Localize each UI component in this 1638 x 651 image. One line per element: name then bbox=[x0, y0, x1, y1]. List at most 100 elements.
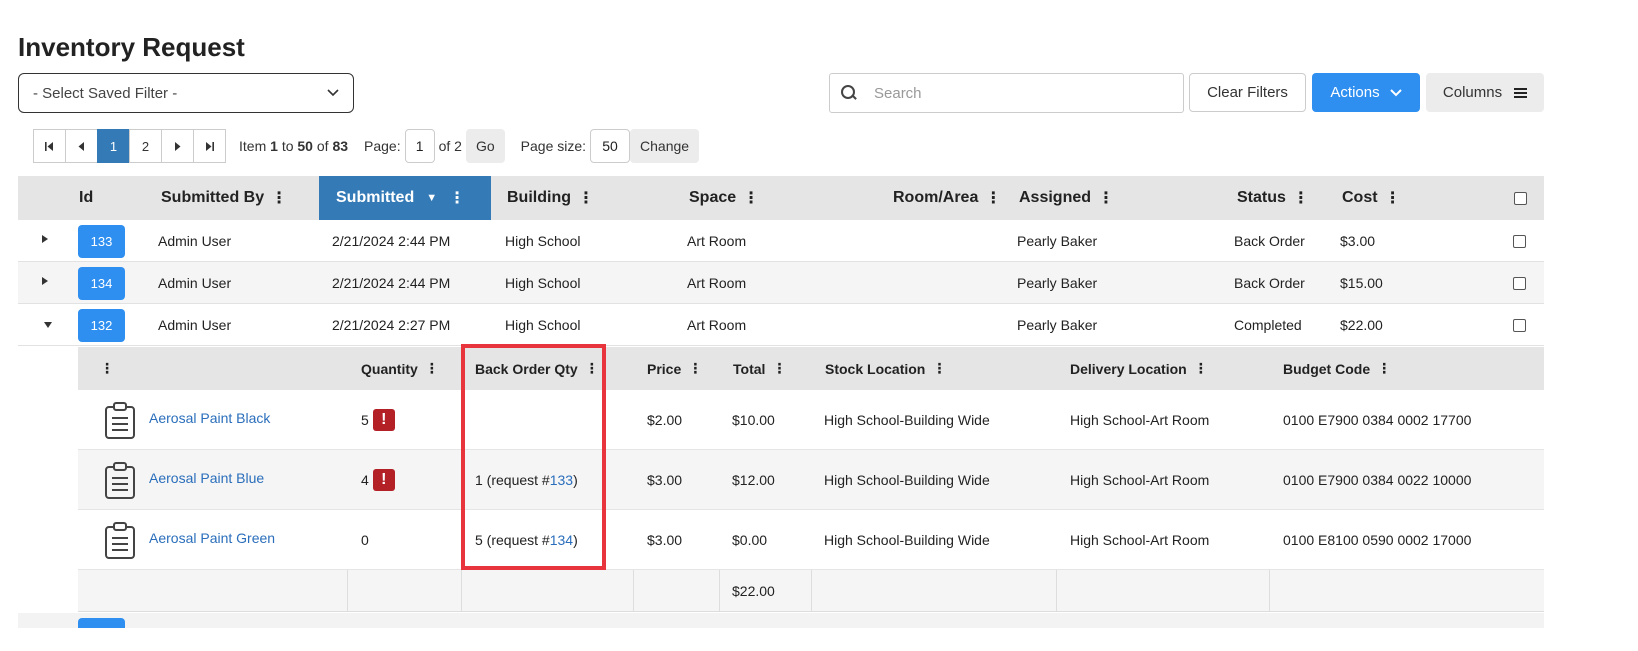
col-submitted[interactable]: Submitted ▼ ⋮ bbox=[319, 176, 491, 220]
page-of-text: of 2 bbox=[438, 138, 462, 154]
stock-location-cell: High School-Building Wide bbox=[824, 471, 990, 488]
item-total: 83 bbox=[332, 138, 349, 154]
next-page-icon bbox=[175, 141, 181, 151]
item-link[interactable]: Aerosal Paint Black bbox=[149, 388, 270, 447]
submitted-cell: 2/21/2024 2:44 PM bbox=[332, 232, 451, 249]
columns-button[interactable]: Columns bbox=[1426, 73, 1544, 112]
page-size-label: Page size: bbox=[520, 138, 587, 154]
item-link[interactable]: Aerosal Paint Blue bbox=[149, 448, 264, 507]
total-cell: $0.00 bbox=[732, 531, 768, 548]
table-row[interactable]: 132 Admin User 2/21/2024 2:27 PM High Sc… bbox=[18, 304, 1544, 346]
actions-button[interactable]: Actions bbox=[1312, 73, 1420, 112]
cost-cell: $15.00 bbox=[1340, 274, 1383, 291]
go-button[interactable]: Go bbox=[465, 129, 505, 163]
kebab-icon[interactable]: ⋮ bbox=[1098, 188, 1114, 208]
col-assigned-label: Assigned bbox=[1019, 189, 1092, 206]
page-size-input[interactable]: 50 bbox=[590, 129, 631, 163]
kebab-icon[interactable]: ⋮ bbox=[1377, 360, 1391, 377]
kebab-icon[interactable]: ⋮ bbox=[985, 188, 1001, 208]
clipboard-icon bbox=[105, 522, 135, 559]
delivery-location-cell: High School-Art Room bbox=[1070, 471, 1210, 488]
kebab-icon[interactable]: ⋮ bbox=[688, 360, 702, 377]
detail-menu[interactable]: ⋮ bbox=[100, 347, 114, 390]
col-id[interactable]: Id bbox=[79, 176, 93, 220]
col-space[interactable]: Space ⋮ bbox=[689, 176, 759, 220]
search-input[interactable] bbox=[874, 84, 1154, 102]
assigned-cell: Pearly Baker bbox=[1017, 232, 1098, 249]
quantity-cell: 4! bbox=[361, 450, 395, 509]
quantity-value: 5 bbox=[361, 411, 369, 428]
row-checkbox[interactable] bbox=[1513, 319, 1526, 332]
kebab-icon[interactable]: ⋮ bbox=[271, 188, 287, 208]
building-cell: High School bbox=[505, 232, 581, 249]
page-number-input[interactable]: 1 bbox=[404, 129, 435, 163]
kebab-icon[interactable]: ⋮ bbox=[449, 188, 465, 208]
prev-page-button[interactable] bbox=[65, 129, 98, 163]
next-row-strip bbox=[18, 613, 1544, 628]
kebab-icon[interactable]: ⋮ bbox=[578, 188, 594, 208]
id-badge[interactable]: 134 bbox=[78, 267, 125, 300]
id-badge[interactable]: 133 bbox=[78, 225, 125, 258]
page-1-button[interactable]: 1 bbox=[97, 129, 130, 163]
expand-arrow-icon[interactable] bbox=[42, 277, 48, 285]
kebab-icon[interactable]: ⋮ bbox=[1385, 188, 1401, 208]
col-submitted-by[interactable]: Submitted By ⋮ bbox=[161, 176, 287, 220]
delivery-location-cell: High School-Art Room bbox=[1070, 411, 1210, 428]
first-page-icon bbox=[45, 141, 53, 151]
item-of-word: of bbox=[316, 138, 329, 154]
next-page-button[interactable] bbox=[161, 129, 194, 163]
col-room-area[interactable]: Room/Area ⋮ bbox=[893, 176, 1001, 220]
clipboard-icon bbox=[105, 402, 135, 439]
col-delivery-location[interactable]: Delivery Location ⋮ bbox=[1070, 347, 1208, 390]
status-cell: Back Order bbox=[1234, 274, 1305, 291]
kebab-icon[interactable]: ⋮ bbox=[932, 360, 946, 377]
kebab-icon[interactable]: ⋮ bbox=[100, 360, 114, 377]
item-prefix: Item bbox=[239, 138, 267, 154]
kebab-icon[interactable]: ⋮ bbox=[772, 360, 786, 377]
clipboard-icon bbox=[105, 462, 135, 499]
table-row[interactable]: 133 Admin User 2/21/2024 2:44 PM High Sc… bbox=[18, 220, 1544, 262]
quantity-cell: 0 bbox=[361, 510, 369, 569]
select-all-checkbox[interactable] bbox=[1514, 176, 1527, 220]
kebab-icon[interactable]: ⋮ bbox=[743, 188, 759, 208]
col-building[interactable]: Building ⋮ bbox=[507, 176, 594, 220]
kebab-icon[interactable]: ⋮ bbox=[1194, 360, 1208, 377]
page-2-button[interactable]: 2 bbox=[129, 129, 162, 163]
table-row[interactable]: 134 Admin User 2/21/2024 2:44 PM High Sc… bbox=[18, 262, 1544, 304]
stock-location-cell: High School-Building Wide bbox=[824, 531, 990, 548]
status-cell: Back Order bbox=[1234, 232, 1305, 249]
col-assigned[interactable]: Assigned ⋮ bbox=[1019, 176, 1114, 220]
warning-icon: ! bbox=[372, 468, 395, 491]
id-badge[interactable]: 132 bbox=[78, 309, 125, 342]
column-divider bbox=[811, 570, 812, 611]
item-link[interactable]: Aerosal Paint Green bbox=[149, 508, 275, 567]
page-label: Page: bbox=[364, 138, 401, 154]
col-status[interactable]: Status ⋮ bbox=[1237, 176, 1309, 220]
col-price[interactable]: Price ⋮ bbox=[647, 347, 702, 390]
change-button[interactable]: Change bbox=[630, 129, 700, 163]
checkbox[interactable] bbox=[1514, 191, 1527, 205]
search-box[interactable] bbox=[829, 73, 1184, 113]
col-cost[interactable]: Cost ⋮ bbox=[1342, 176, 1401, 220]
row-checkbox[interactable] bbox=[1513, 277, 1526, 290]
page-title: Inventory Request bbox=[18, 32, 245, 62]
col-quantity[interactable]: Quantity ⋮ bbox=[361, 347, 439, 390]
kebab-icon[interactable]: ⋮ bbox=[1293, 188, 1309, 208]
saved-filter-select[interactable]: - Select Saved Filter - bbox=[18, 73, 354, 113]
stock-location-cell: High School-Building Wide bbox=[824, 411, 990, 428]
expand-arrow-icon[interactable] bbox=[42, 235, 48, 243]
search-icon bbox=[840, 84, 858, 102]
col-budget-code[interactable]: Budget Code ⋮ bbox=[1283, 347, 1391, 390]
id-badge[interactable] bbox=[78, 618, 125, 628]
col-stock-label: Stock Location bbox=[825, 360, 926, 377]
budget-code-cell: 0100 E7900 0384 0002 17700 bbox=[1283, 411, 1472, 428]
collapse-arrow-icon[interactable] bbox=[44, 322, 52, 328]
col-stock-location[interactable]: Stock Location ⋮ bbox=[825, 347, 946, 390]
last-page-button[interactable] bbox=[193, 129, 226, 163]
kebab-icon[interactable]: ⋮ bbox=[425, 360, 439, 377]
cost-cell: $22.00 bbox=[1340, 316, 1383, 333]
row-checkbox[interactable] bbox=[1513, 235, 1526, 248]
clear-filters-button[interactable]: Clear Filters bbox=[1189, 73, 1306, 112]
first-page-button[interactable] bbox=[33, 129, 66, 163]
col-total[interactable]: Total ⋮ bbox=[733, 347, 786, 390]
